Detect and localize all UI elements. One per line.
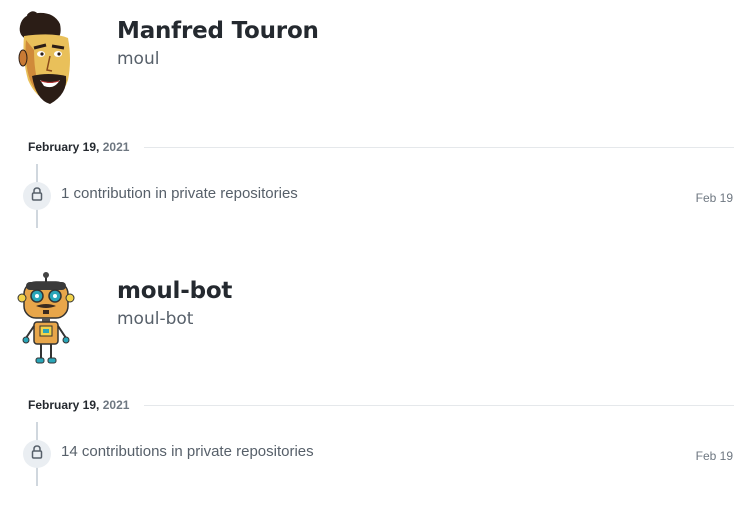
date-month-day: February 19, <box>28 398 100 412</box>
user-profile-moul-bot: moul-bot moul-bot February 19, 2021 14 c… <box>0 0 753 530</box>
lock-icon <box>31 444 43 464</box>
contribution-summary[interactable]: 14 contributions in private repositories <box>61 443 314 460</box>
date-divider <box>144 405 734 406</box>
date-year: 2021 <box>102 398 130 412</box>
user-full-name[interactable]: moul-bot <box>117 278 232 304</box>
date-header: February 19, 2021 <box>28 398 129 412</box>
contribution-date: Feb 19 <box>695 449 733 463</box>
contribution-text: contributions in private repositories <box>81 443 314 460</box>
robot-avatar[interactable] <box>14 272 78 370</box>
user-login[interactable]: moul-bot <box>117 309 193 329</box>
lock-badge <box>23 440 51 468</box>
contribution-count: 14 <box>61 443 78 460</box>
